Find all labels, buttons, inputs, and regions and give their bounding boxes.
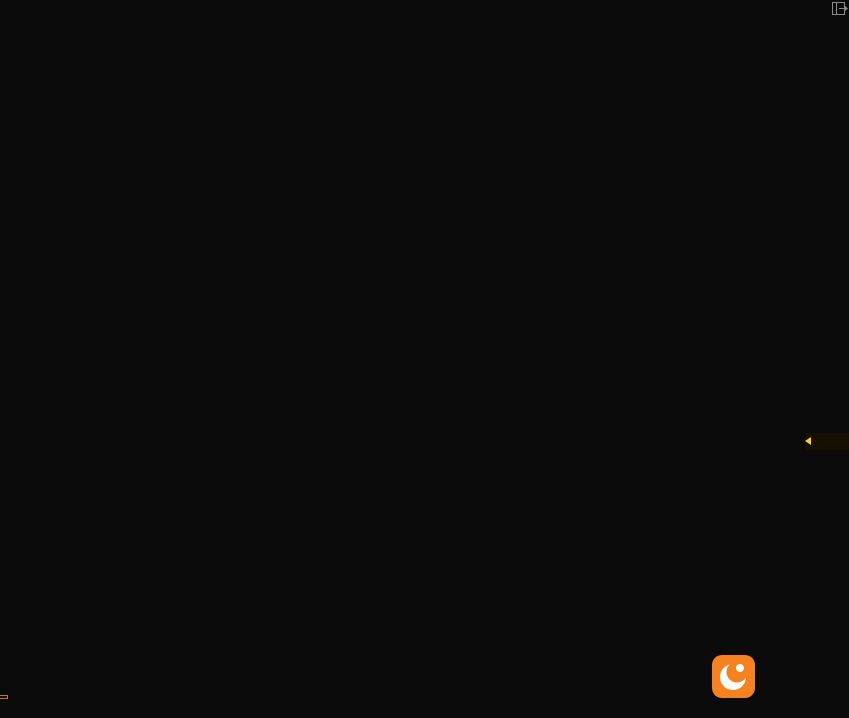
percent-axis	[806, 0, 849, 718]
panel-toggle-icon[interactable]	[832, 2, 849, 16]
price-badge-pointer-icon	[805, 437, 811, 445]
price-chart-canvas[interactable]	[0, 0, 849, 718]
current-time-label	[0, 695, 8, 699]
site-watermark	[712, 655, 759, 698]
chart-header	[4, 1, 31, 17]
huijin-logo-icon	[712, 655, 755, 698]
quote-chart-window	[0, 0, 849, 718]
current-price-badge	[805, 433, 849, 450]
date-axis	[0, 700, 849, 718]
